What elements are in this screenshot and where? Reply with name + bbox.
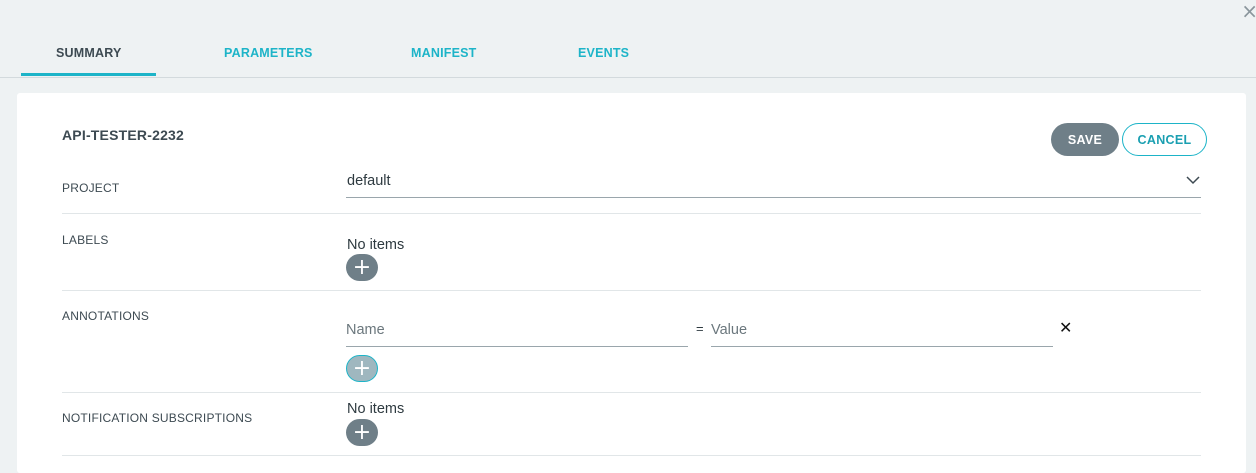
save-button[interactable]: SAVE bbox=[1051, 123, 1119, 156]
add-label-button[interactable]: + bbox=[346, 254, 378, 281]
tab-manifest[interactable]: MANIFEST bbox=[411, 46, 477, 60]
notifications-empty-text: No items bbox=[347, 401, 405, 417]
page-title: API-TESTER-2232 bbox=[62, 127, 185, 143]
row-divider bbox=[62, 290, 1201, 291]
row-divider bbox=[62, 392, 1201, 393]
project-label: PROJECT bbox=[62, 181, 120, 195]
row-divider bbox=[62, 213, 1201, 214]
add-notification-button[interactable]: + bbox=[346, 419, 378, 446]
remove-annotation-icon[interactable]: ✕ bbox=[1059, 318, 1072, 337]
cancel-button[interactable]: CANCEL bbox=[1122, 123, 1207, 156]
active-tab-indicator bbox=[21, 73, 156, 76]
labels-label: LABELS bbox=[62, 233, 109, 247]
tab-parameters[interactable]: PARAMETERS bbox=[224, 46, 313, 60]
annotation-value-input[interactable] bbox=[711, 313, 1053, 347]
tab-bar: SUMMARY PARAMETERS MANIFEST EVENTS bbox=[0, 0, 1256, 78]
annotation-separator: = bbox=[696, 321, 704, 336]
tab-events[interactable]: EVENTS bbox=[578, 46, 629, 60]
labels-empty-text: No items bbox=[347, 237, 405, 253]
notification-subscriptions-label: NOTIFICATION SUBSCRIPTIONS bbox=[62, 411, 253, 425]
chevron-down-icon[interactable] bbox=[1185, 172, 1201, 188]
tab-summary[interactable]: SUMMARY bbox=[56, 46, 122, 60]
project-select-underline bbox=[346, 197, 1201, 198]
project-select[interactable]: default bbox=[347, 173, 391, 189]
row-divider bbox=[62, 455, 1201, 456]
annotation-name-input[interactable] bbox=[346, 313, 688, 347]
add-annotation-button[interactable]: + bbox=[346, 355, 378, 382]
annotations-label: ANNOTATIONS bbox=[62, 309, 150, 323]
